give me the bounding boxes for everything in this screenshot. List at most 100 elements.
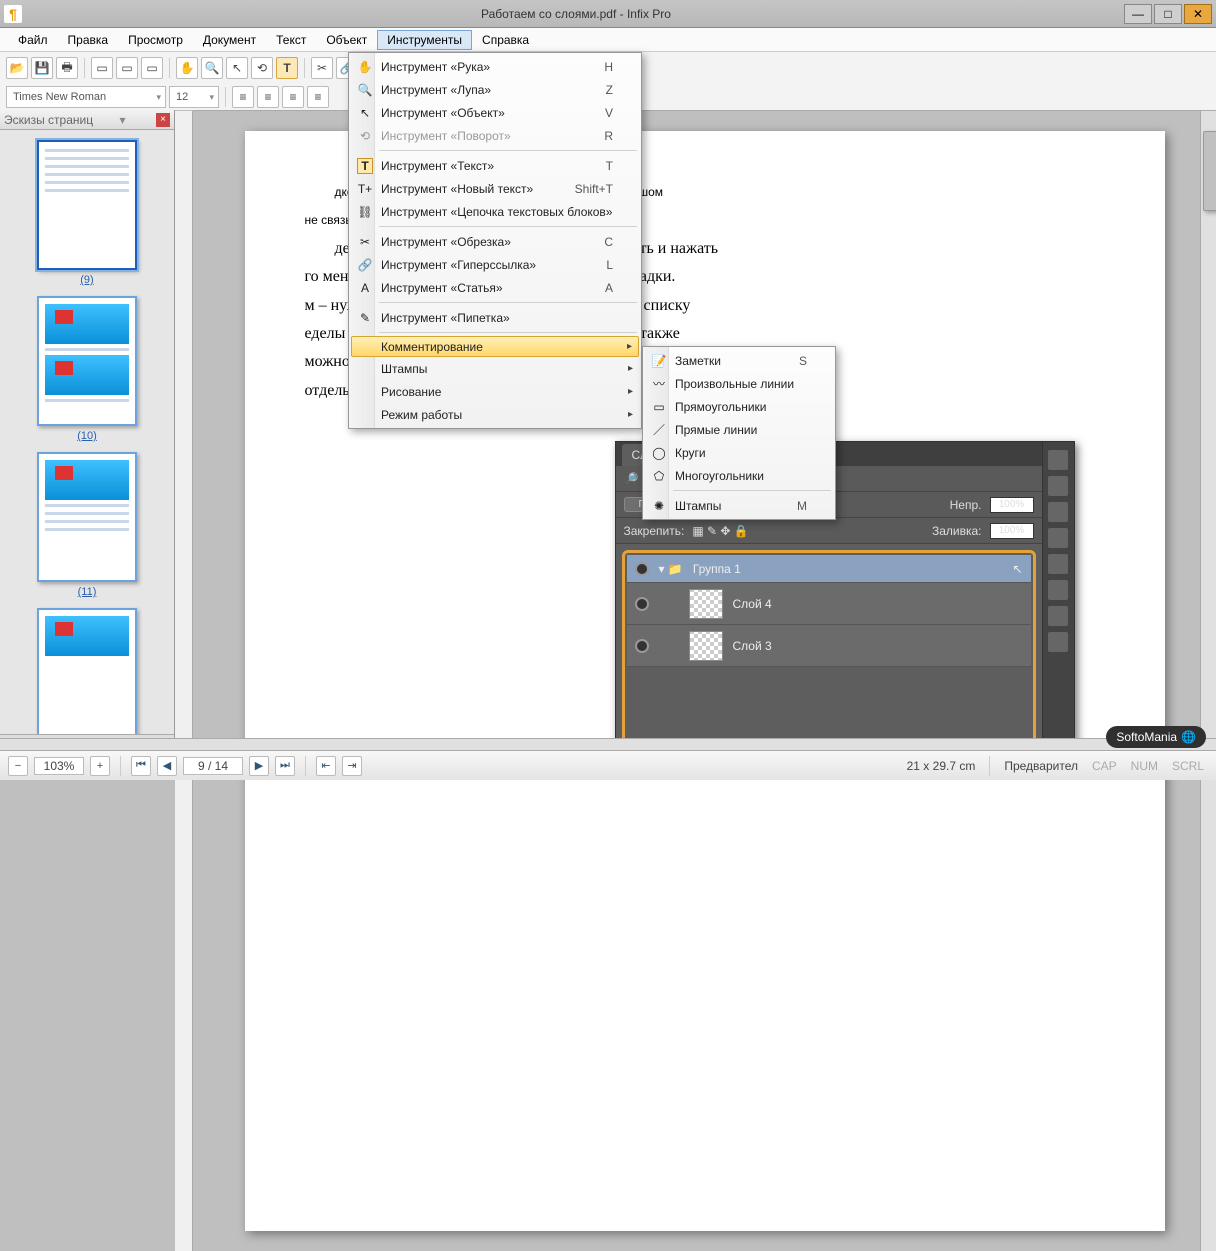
watermark: SoftoMania🌐 xyxy=(1106,726,1206,748)
text-tool-icon[interactable]: T xyxy=(276,57,298,79)
menu-icon: T xyxy=(357,158,373,174)
tools-menu: ✋Инструмент «Рука»H🔍Инструмент «Лупа»Z ↖ И… xyxy=(348,52,642,429)
zoom-out-button[interactable]: − xyxy=(8,756,28,776)
ps-layer-group: ▾ 📁 Группа 1 ↖ xyxy=(627,555,1031,583)
thumbnail[interactable] xyxy=(37,452,137,582)
menuitem[interactable]: ▭Прямоугольники xyxy=(645,395,833,418)
align-center-icon[interactable]: ≡ xyxy=(257,86,279,108)
menuitem[interactable]: ／Прямые линии xyxy=(645,418,833,441)
vertical-scrollbar[interactable] xyxy=(1200,111,1216,1251)
last-page-button[interactable]: ⏭ xyxy=(275,756,295,776)
thumbnail-label: (10) xyxy=(10,430,164,442)
window-title: Работаем со слоями.pdf - Infix Pro xyxy=(28,7,1124,21)
hand-tool-icon[interactable]: ✋ xyxy=(176,57,198,79)
menu-icon xyxy=(357,361,373,377)
comment-submenu: 📝ЗаметкиS〰Произвольные линии▭Прямоугольн… xyxy=(642,346,836,520)
footer-strip xyxy=(0,738,1216,750)
thumbnails-pin-icon[interactable]: ▾ xyxy=(120,113,126,127)
prev-page-button[interactable]: ◀ xyxy=(157,756,177,776)
align-justify-icon[interactable]: ≡ xyxy=(307,86,329,108)
save-icon[interactable]: 💾 xyxy=(31,57,53,79)
menuitem[interactable]: ✋Инструмент «Рука»H xyxy=(351,55,639,78)
statusbar: − 103% + ⏮ ◀ 9 / 14 ▶ ⏭ ⇤ ⇥ 21 x 29.7 cm… xyxy=(0,750,1216,780)
menu-icon: ✂ xyxy=(357,234,373,250)
menuitem-label: Режим работы xyxy=(381,408,462,422)
first-page-button[interactable]: ⏮ xyxy=(131,756,151,776)
zoom-in-button[interactable]: + xyxy=(90,756,110,776)
page-scroll[interactable]: дком слоёв и редактировать их содержимое… xyxy=(193,111,1216,1251)
menu-Просмотр[interactable]: Просмотр xyxy=(118,30,193,50)
align-left-icon[interactable]: ≡ xyxy=(232,86,254,108)
menuitem[interactable]: TИнструмент «Текст»T xyxy=(351,154,639,177)
font-combo[interactable]: Times New Roman xyxy=(6,86,166,108)
menu-Справка[interactable]: Справка xyxy=(472,30,539,50)
menuitem[interactable]: Штампы▸ xyxy=(351,357,639,380)
menu-Текст[interactable]: Текст xyxy=(266,30,316,50)
menuitem[interactable]: T+Инструмент «Новый текст»Shift+T xyxy=(351,177,639,200)
app-icon: ¶ xyxy=(4,5,22,23)
menuitem[interactable]: ↖Инструмент «Объект»V xyxy=(351,101,639,124)
menu-Правка[interactable]: Правка xyxy=(58,30,119,50)
menuitem[interactable]: ⛓Инструмент «Цепочка текстовых блоков» xyxy=(351,200,639,223)
menu-icon: 🔗 xyxy=(357,257,373,273)
thumbnails-close-icon[interactable]: × xyxy=(156,113,170,127)
menuitem[interactable]: Режим работы ▸ xyxy=(351,403,639,426)
print-icon[interactable]: 🖶 xyxy=(56,57,78,79)
menu-Файл[interactable]: Файл xyxy=(8,30,58,50)
thumbnails-body[interactable]: (9) (10) (11) xyxy=(0,130,174,734)
menu-Документ[interactable]: Документ xyxy=(193,30,266,50)
forward-button[interactable]: ⇥ xyxy=(342,756,362,776)
menubar: ФайлПравкаПросмотрДокументТекстОбъектИнс… xyxy=(0,28,1216,52)
menuitem[interactable]: ✺ШтампыM xyxy=(645,494,833,517)
menu-icon: ⬠ xyxy=(651,468,667,484)
thumbnail[interactable] xyxy=(37,140,137,270)
ps-side-icons xyxy=(1042,442,1074,750)
page-field[interactable]: 9 / 14 xyxy=(183,757,243,775)
menuitem[interactable]: ⬠Многоугольники xyxy=(645,464,833,487)
thumbnail[interactable] xyxy=(37,296,137,426)
menuitem[interactable]: 📝ЗаметкиS xyxy=(645,349,833,372)
menuitem-label: Инструмент «Цепочка текстовых блоков» xyxy=(381,205,612,219)
open-icon[interactable]: 📂 xyxy=(6,57,28,79)
back-button[interactable]: ⇤ xyxy=(316,756,336,776)
page2-icon[interactable]: ▭ xyxy=(116,57,138,79)
crop-tool-icon[interactable]: ✂ xyxy=(311,57,333,79)
minimize-button[interactable]: — xyxy=(1124,4,1152,24)
page-icon[interactable]: ▭ xyxy=(91,57,113,79)
fontsize-combo[interactable]: 12 xyxy=(169,86,219,108)
menuitem[interactable]: 🔍Инструмент «Лупа»Z xyxy=(351,78,639,101)
chevron-right-icon: ▸ xyxy=(628,409,633,420)
menu-icon: ／ xyxy=(651,422,667,438)
zoom-field[interactable]: 103% xyxy=(34,757,84,775)
menuitem[interactable]: ✎Инструмент «Пипетка» xyxy=(351,306,639,329)
menu-icon: ⟲ xyxy=(357,128,373,144)
caps-indicator: CAP xyxy=(1088,759,1121,773)
menuitem[interactable]: ◯Круги xyxy=(645,441,833,464)
menu-icon: 🔍 xyxy=(357,82,373,98)
rotate-tool-icon[interactable]: ⟲ xyxy=(251,57,273,79)
thumbnail-label: (9) xyxy=(10,274,164,286)
align-right-icon[interactable]: ≡ xyxy=(282,86,304,108)
menuitem[interactable]: Рисование▸ xyxy=(351,380,639,403)
close-button[interactable]: ✕ xyxy=(1184,4,1212,24)
thumbnail[interactable] xyxy=(37,608,137,734)
chevron-right-icon: ▸ xyxy=(627,341,632,352)
menu-Объект[interactable]: Объект xyxy=(316,30,377,50)
menuitem[interactable]: ✂Инструмент «Обрезка»C xyxy=(351,230,639,253)
menuitem[interactable]: Комментирование▸ xyxy=(351,336,639,357)
zoom-tool-icon[interactable]: 🔍 xyxy=(201,57,223,79)
menu-icon xyxy=(357,407,373,423)
page3-icon[interactable]: ▭ xyxy=(141,57,163,79)
ps-layer-row: Слой 3 xyxy=(627,625,1031,667)
next-page-button[interactable]: ▶ xyxy=(249,756,269,776)
menuitem-label: Произвольные линии xyxy=(675,377,794,391)
menu-icon: ✺ xyxy=(651,498,667,514)
menu-icon: ↖ xyxy=(357,105,373,121)
maximize-button[interactable]: □ xyxy=(1154,4,1182,24)
pointer-tool-icon[interactable]: ↖ xyxy=(226,57,248,79)
menuitem[interactable]: 🔗Инструмент «Гиперссылка»L xyxy=(351,253,639,276)
menuitem[interactable]: 〰Произвольные линии xyxy=(645,372,833,395)
menuitem[interactable]: AИнструмент «Статья»A xyxy=(351,276,639,299)
menu-Инструменты[interactable]: Инструменты xyxy=(377,30,472,50)
menuitem-label: Инструмент «Объект» xyxy=(381,106,505,120)
